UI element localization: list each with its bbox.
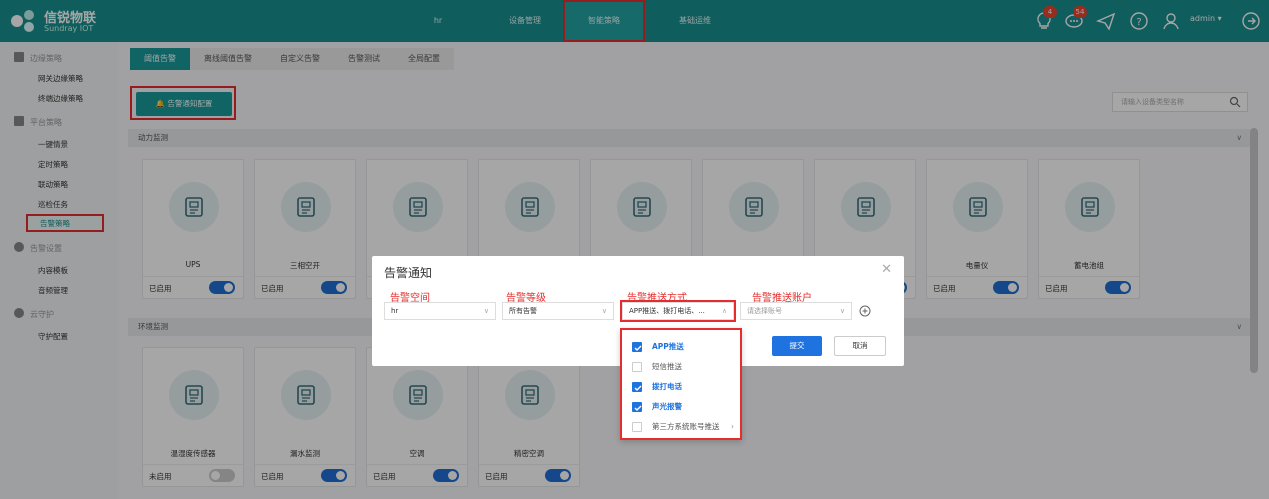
push-option[interactable]: 第三方系统账号推送 › [622,418,740,436]
submit-button[interactable]: 提交 [772,336,822,356]
alarm-level-select[interactable]: 所有告警 ∨ [502,302,614,320]
check-icon [634,405,642,411]
push-option[interactable]: APP推送 [622,338,740,356]
alarm-space-select[interactable]: hr ∨ [384,302,496,320]
push-account-select[interactable]: 请选择账号 ∨ [740,302,852,320]
cancel-button[interactable]: 取消 [834,336,886,356]
push-option-label: 拨打电话 [652,382,682,391]
chevron-up-icon: ∧ [721,307,727,315]
push-option[interactable]: 拨打电话 [622,378,740,396]
checkbox[interactable] [632,402,642,412]
add-circle-icon[interactable] [859,305,871,317]
modal-title: 告警通知 [384,266,433,280]
push-method-dropdown: APP推送短信推送拨打电话声光报警第三方系统账号推送 › [620,328,742,440]
push-option-label: 声光报警 [652,402,682,411]
chevron-right-icon: › [731,422,734,431]
push-method-select[interactable]: APP推送、拨打电话、... ∧ [620,300,736,322]
checkbox[interactable] [632,362,642,372]
push-option[interactable]: 短信推送 [622,358,740,376]
chevron-down-icon: ∨ [601,307,607,315]
checkbox[interactable] [632,382,642,392]
push-option[interactable]: 声光报警 [622,398,740,416]
push-option-label: 短信推送 [652,362,682,371]
chevron-down-icon: ∨ [483,307,489,315]
close-icon[interactable]: ✕ [881,262,892,277]
check-icon [634,345,642,351]
checkbox[interactable] [632,342,642,352]
check-icon [634,385,642,391]
push-option-label: 第三方系统账号推送 [652,422,720,431]
checkbox[interactable] [632,422,642,432]
chevron-down-icon: ∨ [839,307,845,315]
push-option-label: APP推送 [652,342,684,351]
